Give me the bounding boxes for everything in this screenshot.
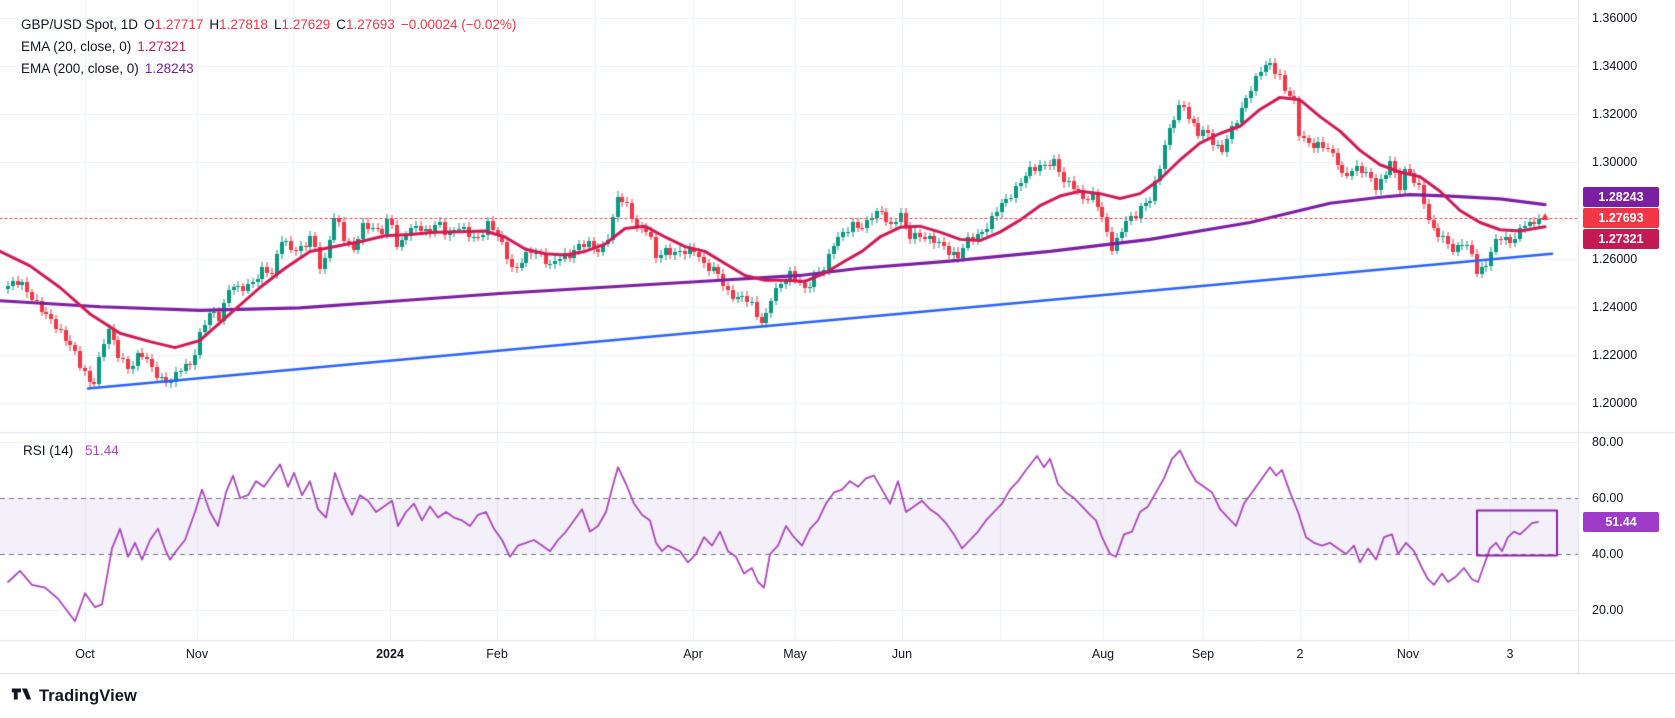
ema20-label: EMA (20, close, 0) <box>21 39 132 54</box>
ema200-price-badge: 1.28243 <box>1583 187 1659 207</box>
ema20-legend-row[interactable]: EMA (20, close, 0) 1.27321 <box>21 36 516 58</box>
time-tick-label: May <box>783 647 807 661</box>
tradingview-brand-text: TradingView <box>39 687 137 705</box>
time-tick-label: Aug <box>1091 647 1115 661</box>
open-value: 1.27717 <box>154 17 204 32</box>
price-tick-label: 1.36000 <box>1592 11 1638 25</box>
tradingview-attribution[interactable]: TradingView <box>10 683 137 710</box>
price-tick-label: 1.26000 <box>1592 251 1638 266</box>
open-label: O <box>144 17 155 32</box>
close-value: 1.27693 <box>346 17 395 32</box>
rsi-value-badge: 51.44 <box>1583 512 1659 532</box>
rsi-tick-label: 20.00 <box>1592 603 1624 617</box>
rsi-value: 51.44 <box>85 443 119 458</box>
time-tick-label: Jun <box>891 647 913 661</box>
rsi-tick-label: 60.00 <box>1592 491 1624 505</box>
time-tick-label: Nov <box>185 647 209 661</box>
time-tick-label: 2024 <box>376 647 404 661</box>
ema200-legend-row[interactable]: EMA (200, close, 0) 1.28243 <box>21 58 516 80</box>
time-tick-label: Oct <box>75 647 95 661</box>
time-tick-label: Sep <box>1191 647 1215 661</box>
time-tick-label: Nov <box>1396 647 1420 661</box>
price-tick-label: 1.24000 <box>1592 299 1638 314</box>
rsi-tick-label: 40.00 <box>1592 547 1624 561</box>
time-tick-label: Feb <box>486 647 508 661</box>
price-tick-label: 1.20000 <box>1592 396 1638 410</box>
ema20-price-badge: 1.27321 <box>1583 229 1659 249</box>
rsi-tick-label: 80.00 <box>1592 435 1624 449</box>
tradingview-logo-icon <box>10 683 32 710</box>
high-label: H <box>209 17 220 32</box>
symbol-title: GBP/USD Spot, 1D <box>21 17 139 32</box>
close-label: C <box>336 17 347 32</box>
symbol-row[interactable]: GBP/USD Spot, 1D O1.27717 H1.27818 L1.27… <box>21 14 516 36</box>
rsi-legend-row[interactable]: RSI (14) 51.44 <box>23 443 127 458</box>
ema200-value: 1.28243 <box>144 61 194 76</box>
time-tick-label: 3 <box>1506 647 1514 661</box>
price-tick-label: 1.30000 <box>1592 155 1638 170</box>
price-chart-canvas[interactable] <box>0 0 1675 718</box>
last-price-badge: 1.27693 <box>1583 208 1659 228</box>
high-value: 1.27818 <box>219 17 268 32</box>
time-tick-label: Apr <box>683 647 703 661</box>
price-tick-label: 1.34000 <box>1592 59 1638 74</box>
ema200-label: EMA (200, close, 0) <box>21 61 139 76</box>
symbol-legend[interactable]: GBP/USD Spot, 1D O1.27717 H1.27818 L1.27… <box>21 14 516 80</box>
change-value: −0.00024 (−0.02%) <box>400 17 517 32</box>
time-tick-label: 2 <box>1296 647 1304 661</box>
rsi-label: RSI (14) <box>23 443 74 458</box>
ema20-value: 1.27321 <box>137 39 187 54</box>
price-tick-label: 1.22000 <box>1592 347 1638 362</box>
low-value: 1.27629 <box>281 17 331 32</box>
chart-root: GBP/USD Spot, 1D O1.27717 H1.27818 L1.27… <box>0 0 1675 718</box>
price-tick-label: 1.32000 <box>1592 107 1638 122</box>
